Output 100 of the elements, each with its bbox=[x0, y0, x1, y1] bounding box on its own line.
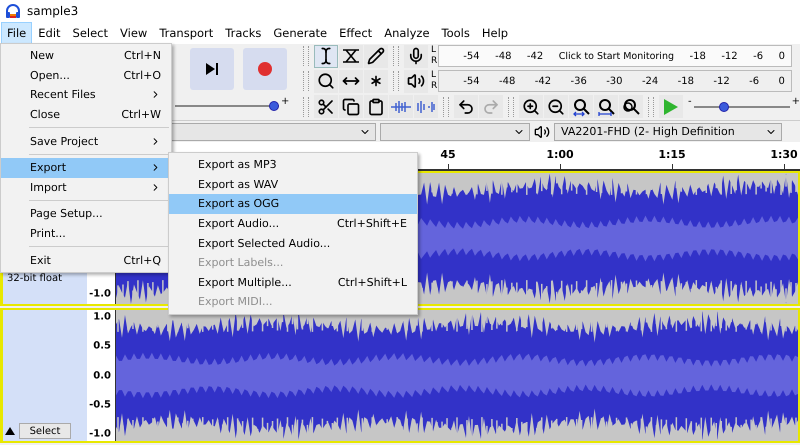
undo-button[interactable] bbox=[454, 95, 478, 118]
menu-entry[interactable]: Export Multiple... Ctrl+Shift+L bbox=[169, 272, 417, 292]
menu-item[interactable]: File bbox=[1, 22, 32, 44]
menu-entry[interactable]: Import bbox=[1, 178, 171, 198]
record-button[interactable] bbox=[243, 48, 287, 90]
scissors-icon bbox=[317, 98, 335, 116]
zoom-out-icon bbox=[547, 98, 565, 116]
speaker-icon bbox=[407, 72, 425, 90]
selection-tool-button[interactable] bbox=[314, 44, 338, 68]
time-label: 45 bbox=[440, 148, 456, 162]
menu-item[interactable]: Edit bbox=[32, 22, 67, 44]
silence-icon bbox=[416, 100, 436, 114]
recording-meter[interactable]: -54 -48 -42 Click to Start Monitoring -18 -12 -6 0 bbox=[438, 45, 792, 68]
menu-entry[interactable]: Export Selected Audio... bbox=[169, 233, 417, 253]
channel-label: L bbox=[431, 70, 438, 82]
menu-item[interactable]: Analyze bbox=[378, 22, 436, 44]
paste-button[interactable] bbox=[364, 95, 388, 118]
zoom-in-button[interactable] bbox=[519, 95, 543, 118]
playback-meter[interactable]: -54 -48 -42 -36 -30 -24 -18 -12 -6 0 bbox=[438, 70, 792, 92]
skip-to-end-button[interactable] bbox=[190, 48, 234, 90]
menu-entry[interactable]: Save Project bbox=[1, 131, 171, 151]
meter-scale-label: -36 bbox=[570, 76, 587, 87]
zoom-in-icon bbox=[522, 98, 540, 116]
menu-item[interactable]: Generate bbox=[267, 22, 334, 44]
meter-scale-label: -48 bbox=[499, 76, 516, 87]
trim-button[interactable] bbox=[389, 95, 413, 118]
menu-item[interactable]: Tools bbox=[436, 22, 476, 44]
speaker-icon bbox=[534, 124, 550, 140]
draw-tool-button[interactable] bbox=[364, 44, 388, 68]
meter-scale-label: -24 bbox=[642, 76, 658, 87]
shortcut-text: Ctrl+Shift+L bbox=[338, 276, 407, 289]
menu-item[interactable]: Help bbox=[476, 22, 514, 44]
fit-selection-icon bbox=[571, 96, 591, 117]
menu-entry[interactable]: Page Setup... bbox=[1, 204, 171, 224]
window-title: sample3 bbox=[27, 4, 78, 18]
meter-scale-label: -12 bbox=[721, 50, 738, 62]
track-format-text: 32-bit float bbox=[6, 272, 64, 286]
record-dot-icon bbox=[258, 62, 272, 76]
record-meter-button[interactable] bbox=[404, 44, 428, 68]
envelope-tool-button[interactable] bbox=[339, 44, 363, 68]
menu-entry[interactable]: Export bbox=[1, 158, 171, 178]
menu-item[interactable]: Effect bbox=[333, 22, 378, 44]
axis-label: -0.5 bbox=[89, 399, 111, 410]
fit-project-icon bbox=[596, 96, 616, 117]
copy-button[interactable] bbox=[339, 95, 363, 118]
volume-slider[interactable] bbox=[175, 100, 279, 112]
menu-entry[interactable]: New Ctrl+N bbox=[1, 46, 171, 66]
meter-scale-label: -42 bbox=[534, 76, 552, 87]
menu-entry[interactable]: Open... Ctrl+O bbox=[1, 66, 171, 86]
collapse-icon[interactable] bbox=[5, 427, 15, 435]
time-label: 1:15 bbox=[658, 148, 686, 162]
monitoring-hint: Click to Start Monitoring bbox=[558, 50, 674, 62]
menu-entry[interactable]: Export Audio... Ctrl+Shift+E bbox=[169, 214, 417, 234]
redo-icon bbox=[482, 98, 500, 116]
meter-scale-label: -54 bbox=[463, 50, 480, 62]
menu-entry[interactable]: Close Ctrl+W bbox=[1, 104, 171, 124]
menu-item[interactable]: Select bbox=[66, 22, 114, 44]
menu-item[interactable]: Transport bbox=[153, 22, 220, 44]
meter-scale-label: -42 bbox=[526, 50, 544, 62]
fit-project-button[interactable] bbox=[594, 95, 618, 118]
axis-label: -1.0 bbox=[89, 428, 111, 440]
zoom-toggle-button[interactable] bbox=[619, 95, 643, 118]
pencil-icon bbox=[367, 47, 385, 66]
plus-sign: + bbox=[281, 96, 290, 107]
fit-selection-button[interactable] bbox=[569, 95, 593, 118]
skip-end-icon bbox=[205, 62, 219, 75]
zoom-tool-button[interactable] bbox=[314, 70, 338, 93]
shortcut-text: Ctrl+W bbox=[121, 108, 161, 122]
multi-tool-button[interactable] bbox=[364, 70, 388, 93]
meter-scale-label: 0 bbox=[778, 50, 785, 62]
meter-scale-label: -48 bbox=[495, 50, 512, 62]
menu-entry[interactable]: Export as OGG bbox=[169, 194, 417, 214]
clipboard-icon bbox=[367, 98, 385, 116]
minus-sign: - bbox=[688, 97, 692, 108]
menu-entry[interactable]: Exit Ctrl+Q bbox=[1, 250, 171, 270]
menu-entry[interactable]: Export as WAV bbox=[169, 174, 417, 194]
cut-button[interactable] bbox=[314, 95, 338, 118]
time-shift-tool-button[interactable] bbox=[339, 70, 363, 93]
magnifier-icon bbox=[317, 72, 335, 90]
microphone-icon bbox=[407, 47, 425, 66]
play-icon bbox=[663, 98, 679, 116]
meter-scale-label: -6 bbox=[753, 50, 764, 62]
axis-label: 0.0 bbox=[93, 370, 111, 381]
select-track-button[interactable]: Select bbox=[19, 423, 71, 439]
undo-icon bbox=[457, 98, 475, 116]
silence-button[interactable] bbox=[414, 95, 438, 118]
envelope-icon bbox=[342, 47, 360, 66]
playback-device-dropdown[interactable]: VA2201-FHD (2- High Definition bbox=[554, 122, 782, 141]
shortcut-text: Ctrl+Shift+E bbox=[337, 217, 407, 230]
zoom-out-button[interactable] bbox=[544, 95, 568, 118]
playback-meter-button[interactable] bbox=[404, 70, 428, 93]
speed-slider[interactable] bbox=[694, 100, 790, 113]
axis-label: -1.0 bbox=[89, 288, 111, 300]
menu-item[interactable]: View bbox=[114, 22, 154, 44]
copy-icon bbox=[342, 98, 360, 116]
time-label: 1:30 bbox=[770, 148, 798, 162]
menu-item[interactable]: Tracks bbox=[219, 22, 268, 44]
menu-entry[interactable]: Export as MP3 bbox=[169, 155, 417, 175]
menu-entry[interactable]: Print... bbox=[1, 224, 171, 244]
menu-entry[interactable]: Recent Files bbox=[1, 85, 171, 105]
